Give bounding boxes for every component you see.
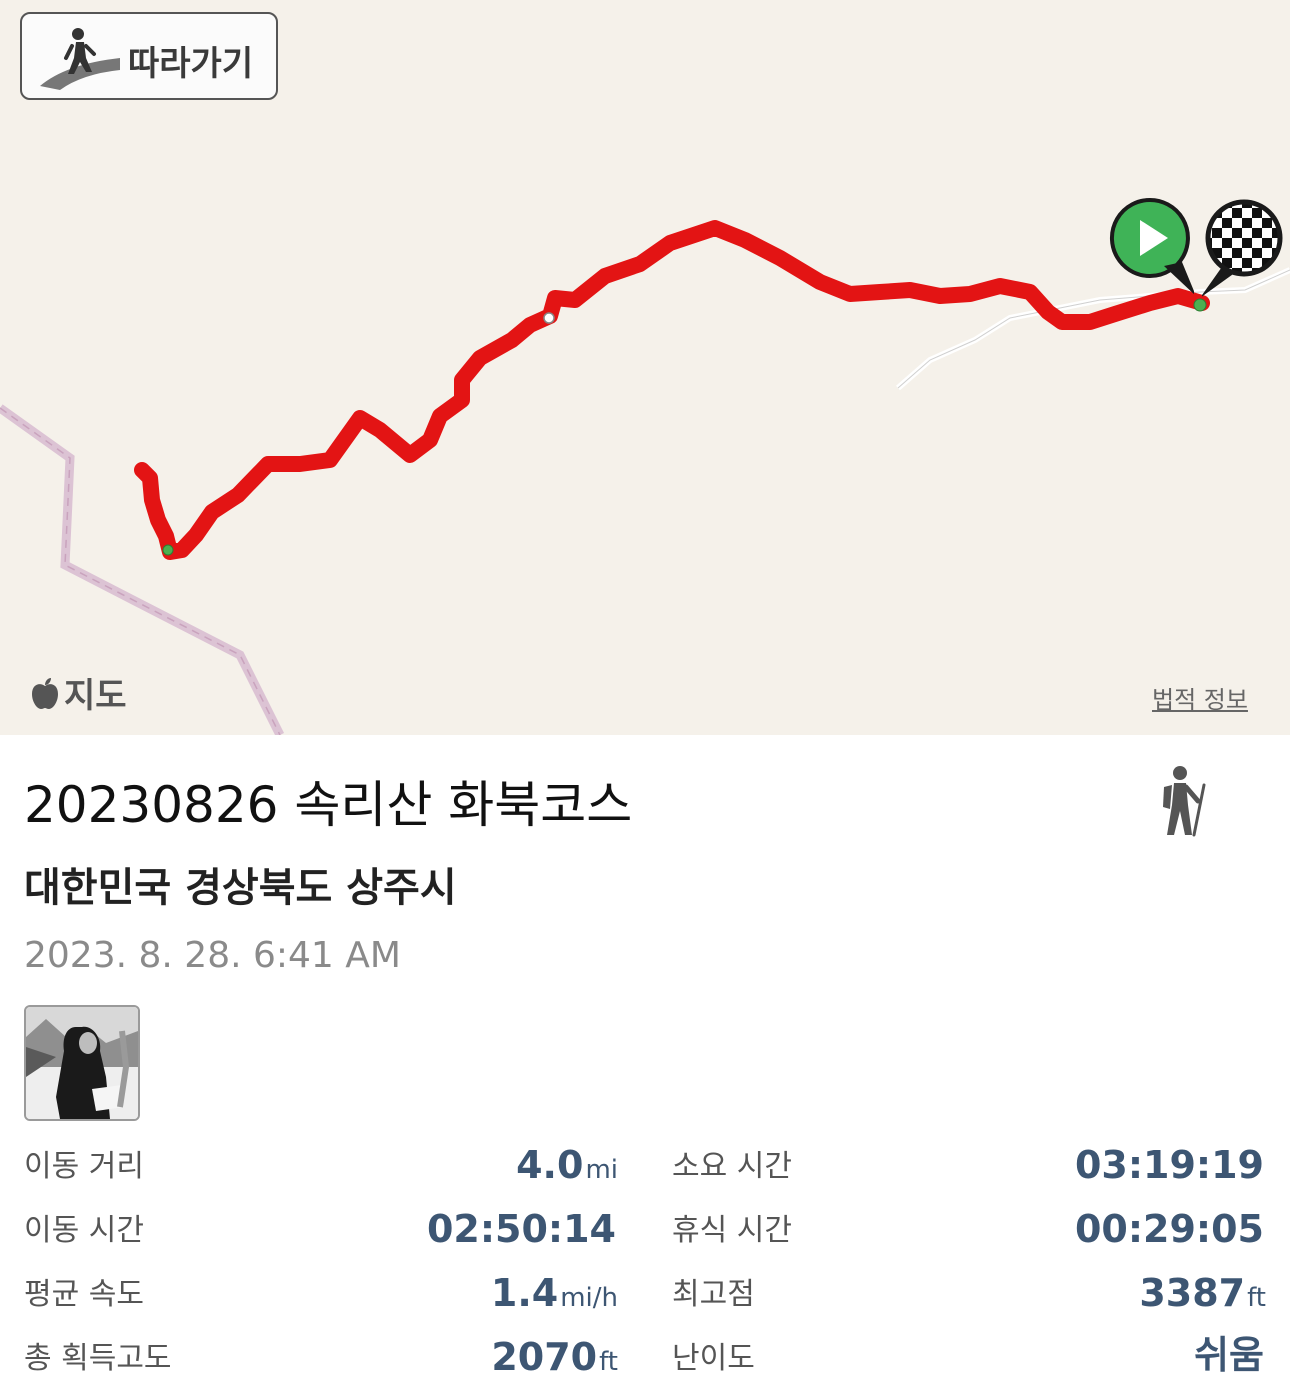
- stat-moving-time-label: 이동 시간: [24, 1213, 144, 1248]
- route-map-canvas: [0, 220, 1290, 735]
- map-attribution-text: 지도: [64, 676, 127, 716]
- stat-max-elevation-value: 3387ft: [1139, 1271, 1266, 1315]
- stat-moving-time: 이동 시간 02:50:14: [24, 1199, 618, 1255]
- stat-moving-time-value: 02:50:14: [426, 1207, 616, 1251]
- hiker-on-path-icon: [40, 28, 120, 90]
- waypoint-dot: [543, 312, 555, 324]
- stat-distance-label: 이동 거리: [24, 1149, 144, 1184]
- track-location: 대한민국 경상북도 상주시: [24, 865, 457, 911]
- hiking-icon: [1163, 766, 1206, 837]
- stat-total-time-value: 03:19:19: [1074, 1143, 1264, 1187]
- stat-elevation-gain-label: 총 획득고도: [24, 1341, 172, 1376]
- start-point-dot: [162, 544, 174, 556]
- stat-total-time: 소요 시간 03:19:19: [672, 1135, 1266, 1191]
- stat-distance-value: 4.0mi: [516, 1143, 618, 1187]
- follow-button-label: 따라가기: [128, 44, 254, 84]
- stat-avg-speed-label: 평균 속도: [24, 1277, 144, 1312]
- stat-elevation-gain-value: 2070ft: [491, 1335, 618, 1379]
- stat-distance: 이동 거리 4.0mi: [24, 1135, 618, 1191]
- stat-total-time-label: 소요 시간: [672, 1149, 792, 1184]
- legal-info-link[interactable]: 법적 정보: [1152, 680, 1248, 715]
- track-datetime: 2023. 8. 28. 6:41 AM: [24, 935, 401, 976]
- stat-rest-time: 휴식 시간 00:29:05: [672, 1199, 1266, 1255]
- track-photo-thumbnail[interactable]: [24, 1005, 140, 1121]
- stat-avg-speed-value: 1.4mi/h: [490, 1271, 618, 1315]
- start-marker[interactable]: [1108, 196, 1196, 300]
- route-map[interactable]: 따라가기 지도 법적 정보: [0, 0, 1290, 735]
- photo-image: [26, 1007, 138, 1119]
- track-info: 20230826 속리산 화북코스 대한민국 경상북도 상주시 2023. 8.…: [0, 735, 1290, 1396]
- track-title: 20230826 속리산 화북코스: [24, 776, 633, 834]
- checkered-flag-icon: [1200, 199, 1283, 298]
- stat-max-elevation-label: 최고점: [672, 1277, 755, 1312]
- stat-difficulty-value: 쉬움: [1194, 1333, 1264, 1377]
- stat-difficulty-label: 난이도: [672, 1341, 755, 1376]
- finish-marker[interactable]: [1200, 198, 1286, 302]
- route-track: [134, 220, 1210, 560]
- stat-rest-time-value: 00:29:05: [1074, 1207, 1264, 1251]
- stat-elevation-gain: 총 획득고도 2070ft: [24, 1327, 618, 1383]
- play-icon: [1109, 198, 1196, 296]
- stat-rest-time-label: 휴식 시간: [672, 1213, 792, 1248]
- stat-avg-speed: 평균 속도 1.4mi/h: [24, 1263, 618, 1319]
- stat-difficulty: 난이도 쉬움: [672, 1327, 1266, 1383]
- follow-button[interactable]: 따라가기: [20, 12, 278, 100]
- apple-logo-icon: [32, 677, 58, 709]
- stat-max-elevation: 최고점 3387ft: [672, 1263, 1266, 1319]
- map-attribution: 지도: [30, 668, 127, 717]
